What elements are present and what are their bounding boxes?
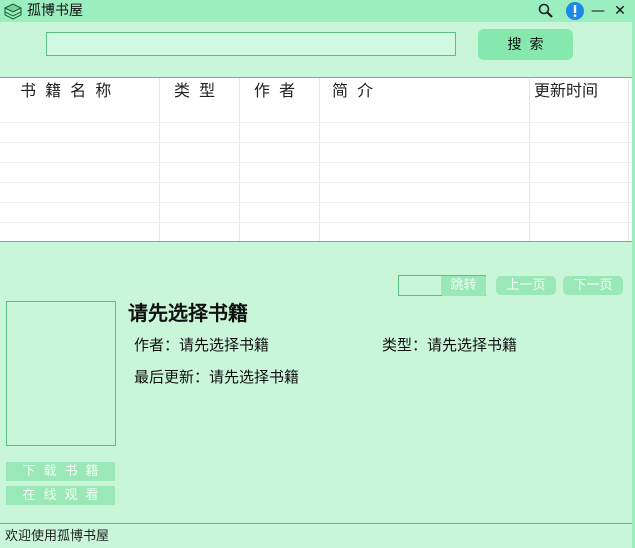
row-divider bbox=[0, 162, 632, 163]
book-cover-image bbox=[6, 301, 116, 446]
column-header-book-name[interactable]: 书 籍 名 称 bbox=[20, 78, 113, 106]
column-divider bbox=[628, 78, 629, 241]
results-table[interactable]: 书 籍 名 称 类 型 作 者 简 介 更新时间 bbox=[0, 77, 632, 242]
type-info: 类型：请先选择书籍 bbox=[382, 335, 517, 355]
column-divider bbox=[529, 78, 530, 241]
type-label: 类型： bbox=[382, 336, 428, 354]
column-header-updated-time[interactable]: 更新时间 bbox=[534, 78, 598, 106]
search-icon[interactable] bbox=[536, 1, 556, 21]
download-book-button[interactable]: 下载书籍 bbox=[6, 462, 115, 481]
row-divider bbox=[0, 202, 632, 203]
column-header-summary[interactable]: 简 介 bbox=[332, 78, 375, 106]
column-divider bbox=[319, 78, 320, 241]
book-title: 请先选择书籍 bbox=[128, 301, 248, 325]
row-divider bbox=[0, 182, 632, 183]
title-bar: 孤博书屋 — ✕ bbox=[0, 0, 635, 22]
status-text: 欢迎使用孤博书屋 bbox=[5, 529, 110, 544]
type-value: 请先选择书籍 bbox=[427, 336, 518, 354]
author-label: 作者： bbox=[134, 336, 180, 354]
info-icon[interactable] bbox=[565, 1, 585, 21]
book-stack-icon bbox=[3, 3, 23, 20]
column-header-author[interactable]: 作 者 bbox=[254, 78, 297, 106]
search-input[interactable] bbox=[46, 32, 456, 56]
author-info: 作者：请先选择书籍 bbox=[134, 335, 269, 355]
row-divider bbox=[0, 222, 632, 223]
previous-page-button[interactable]: 上一页 bbox=[496, 276, 556, 295]
window-title: 孤博书屋 bbox=[27, 3, 83, 19]
row-divider bbox=[0, 122, 632, 123]
jump-button[interactable]: 跳转 bbox=[441, 276, 486, 296]
column-divider bbox=[239, 78, 240, 241]
column-divider bbox=[159, 78, 160, 241]
read-online-button[interactable]: 在线观看 bbox=[6, 486, 115, 505]
author-value: 请先选择书籍 bbox=[179, 336, 270, 354]
last-updated-label: 最后更新： bbox=[134, 368, 210, 386]
row-divider bbox=[0, 142, 632, 143]
status-bar: 欢迎使用孤博书屋 bbox=[0, 523, 635, 548]
search-button[interactable]: 搜索 bbox=[478, 29, 573, 60]
minimize-icon[interactable]: — bbox=[588, 1, 608, 21]
last-updated-value: 请先选择书籍 bbox=[209, 368, 300, 386]
next-page-button[interactable]: 下一页 bbox=[563, 276, 623, 295]
table-header: 书 籍 名 称 类 型 作 者 简 介 更新时间 bbox=[0, 78, 632, 122]
last-updated-info: 最后更新：请先选择书籍 bbox=[134, 367, 299, 387]
column-header-type[interactable]: 类 型 bbox=[174, 78, 217, 106]
close-icon[interactable]: ✕ bbox=[610, 1, 630, 21]
